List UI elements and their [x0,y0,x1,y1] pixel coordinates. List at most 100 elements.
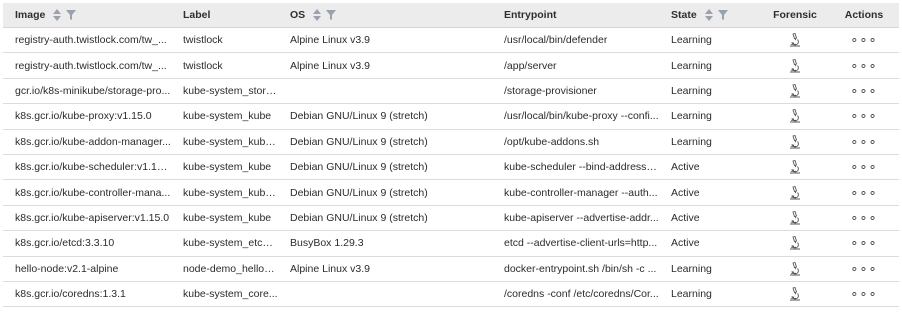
cell-actions: ∘∘∘ [829,83,899,99]
table-row[interactable]: k8s.gcr.io/etcd:3.3.10 kube-system_etcd-… [3,231,899,257]
table-row[interactable]: k8s.gcr.io/kube-apiserver:v1.15.0 kube-s… [3,206,899,232]
actions-menu-button[interactable]: ∘∘∘ [850,83,877,99]
entrypoint-value: /opt/kube-addons.sh [504,135,600,148]
cell-image[interactable]: gcr.io/k8s-minikube/storage-pro... [3,85,171,97]
table-row[interactable]: k8s.gcr.io/kube-proxy:v1.15.0 kube-syste… [3,104,899,130]
cell-actions: ∘∘∘ [829,108,899,124]
cell-image[interactable]: registry-auth.twistlock.com/tw_... [3,34,171,46]
cell-forensic [761,83,829,98]
cell-state: Learning [659,60,761,72]
cell-image[interactable]: k8s.gcr.io/kube-apiserver:v1.15.0 [3,212,171,224]
microscope-icon[interactable] [789,33,801,47]
sort-icon[interactable] [704,9,713,21]
cell-image[interactable]: k8s.gcr.io/kube-proxy:v1.15.0 [3,110,171,122]
label-value: twistlock [183,59,223,72]
state-value: Learning [671,59,712,72]
actions-menu-button[interactable]: ∘∘∘ [850,134,877,150]
entrypoint-value: /coredns -conf /etc/coredns/Cor... [504,288,659,301]
cell-os: Debian GNU/Linux 9 (stretch) [278,187,492,199]
header-entrypoint: Entrypoint [492,9,659,21]
entrypoint-value: kube-apiserver --advertise-addr... [504,211,659,224]
table-row[interactable]: k8s.gcr.io/kube-addon-manager... kube-sy… [3,130,899,155]
actions-menu-button[interactable]: ∘∘∘ [850,210,877,226]
filter-icon[interactable] [66,10,77,20]
cell-image[interactable]: k8s.gcr.io/kube-controller-mana... [3,187,171,199]
cell-entrypoint: /usr/local/bin/defender [492,34,659,46]
actions-menu-button[interactable]: ∘∘∘ [850,108,877,124]
state-value: Learning [671,110,712,123]
table-row[interactable]: k8s.gcr.io/kube-scheduler:v1.15.0 kube-s… [3,155,899,181]
actions-menu-button[interactable]: ∘∘∘ [850,58,877,74]
cell-entrypoint: kube-scheduler --bind-address=... [492,161,659,173]
header-entrypoint-label: Entrypoint [504,9,557,21]
cell-label: kube-system_kube... [171,136,278,148]
microscope-icon[interactable] [789,287,801,301]
sort-icon[interactable] [313,9,322,21]
cell-image[interactable]: hello-node:v2.1-alpine [3,263,171,275]
cell-forensic [761,109,829,123]
header-state[interactable]: State [659,9,761,21]
cell-actions: ∘∘∘ [829,159,899,175]
sort-icon[interactable] [53,9,62,21]
label-value: kube-system_etcd-... [183,237,278,250]
microscope-icon[interactable] [789,83,801,98]
cell-image[interactable]: k8s.gcr.io/kube-scheduler:v1.15.0 [3,161,171,173]
image-name: registry-auth.twistlock.com/tw_... [15,59,167,72]
os-value: BusyBox 1.29.3 [290,237,364,250]
actions-menu-button[interactable]: ∘∘∘ [850,32,877,48]
cell-image[interactable]: k8s.gcr.io/kube-addon-manager... [3,136,171,148]
microscope-icon[interactable] [789,134,801,149]
image-name: k8s.gcr.io/kube-controller-mana... [15,186,171,199]
table-row[interactable]: k8s.gcr.io/kube-controller-mana... kube-… [3,180,899,206]
cell-label: twistlock [171,34,278,46]
cell-entrypoint: docker-entrypoint.sh /bin/sh -c ... [492,263,659,275]
cell-label: kube-system_kube [171,161,278,173]
table-row[interactable]: registry-auth.twistlock.com/tw_... twist… [3,28,899,54]
header-os[interactable]: OS [278,9,492,21]
header-image[interactable]: Image [3,9,171,21]
table-row[interactable]: hello-node:v2.1-alpine node-demo_hellon.… [3,257,899,282]
os-value: Alpine Linux v3.9 [290,59,370,72]
table-row[interactable]: registry-auth.twistlock.com/tw_... twist… [3,53,899,79]
cell-label: kube-system_etcd-... [171,237,278,249]
entrypoint-value: /usr/local/bin/defender [504,34,608,47]
cell-image[interactable]: registry-auth.twistlock.com/tw_... [3,60,171,72]
os-value: Debian GNU/Linux 9 (stretch) [290,135,428,148]
actions-menu-button[interactable]: ∘∘∘ [850,286,877,302]
table-row[interactable]: k8s.gcr.io/coredns:1.3.1 kube-system_cor… [3,282,899,308]
os-value: Alpine Linux v3.9 [290,34,370,47]
microscope-icon[interactable] [789,185,801,200]
cell-os: Alpine Linux v3.9 [278,60,492,72]
filter-icon[interactable] [326,10,337,20]
state-value: Active [671,161,700,174]
image-name: hello-node:v2.1-alpine [15,262,119,275]
cell-os: Alpine Linux v3.9 [278,34,492,46]
image-name: k8s.gcr.io/kube-proxy:v1.15.0 [15,110,152,123]
cell-state: Learning [659,136,761,148]
image-name: k8s.gcr.io/coredns:1.3.1 [15,288,126,301]
cell-image[interactable]: k8s.gcr.io/etcd:3.3.10 [3,237,171,249]
cell-label: kube-system_core... [171,288,278,300]
header-forensic-label: Forensic [773,9,817,21]
header-actions-label: Actions [844,9,884,21]
microscope-icon[interactable] [789,210,801,225]
state-value: Learning [671,135,712,148]
actions-menu-button[interactable]: ∘∘∘ [850,261,877,277]
label-value: kube-system_stora... [183,84,278,97]
cell-actions: ∘∘∘ [829,185,899,201]
actions-menu-button[interactable]: ∘∘∘ [850,235,877,251]
microscope-icon[interactable] [789,160,801,174]
microscope-icon[interactable] [789,109,801,123]
microscope-icon[interactable] [789,236,801,250]
actions-menu-button[interactable]: ∘∘∘ [850,159,877,175]
microscope-icon[interactable] [789,58,801,73]
table-row[interactable]: gcr.io/k8s-minikube/storage-pro... kube-… [3,79,899,105]
microscope-icon[interactable] [789,261,801,276]
filter-icon[interactable] [717,10,728,20]
cell-image[interactable]: k8s.gcr.io/coredns:1.3.1 [3,288,171,300]
cell-entrypoint: etcd --advertise-client-urls=http... [492,237,659,249]
entrypoint-value: etcd --advertise-client-urls=http... [504,237,658,250]
entrypoint-value: /app/server [504,59,557,72]
cell-state: Learning [659,34,761,46]
actions-menu-button[interactable]: ∘∘∘ [850,185,877,201]
